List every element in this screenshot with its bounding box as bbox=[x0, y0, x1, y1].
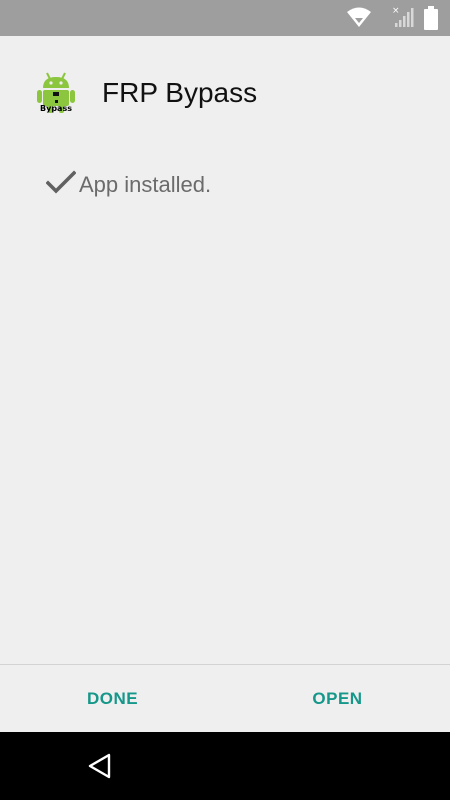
done-button[interactable]: DONE bbox=[0, 666, 225, 732]
back-icon[interactable] bbox=[86, 752, 114, 780]
install-screen: Bypass FRP Bypass App installed. DONE OP… bbox=[0, 36, 450, 732]
status-bar: × bbox=[0, 0, 450, 36]
divider bbox=[0, 664, 450, 665]
wifi-icon bbox=[346, 6, 372, 33]
install-message: App installed. bbox=[79, 172, 212, 197]
app-name: FRP Bypass bbox=[102, 77, 258, 108]
app-icon-caption: Bypass bbox=[40, 104, 72, 113]
navigation-bar bbox=[0, 732, 450, 800]
app-header: Bypass FRP Bypass bbox=[0, 36, 450, 148]
check-icon bbox=[45, 170, 77, 196]
open-button[interactable]: OPEN bbox=[225, 666, 450, 732]
android-app-icon: Bypass bbox=[36, 70, 76, 114]
battery-icon bbox=[424, 6, 438, 35]
no-signal-icon: × bbox=[392, 5, 414, 34]
svg-text:×: × bbox=[392, 6, 400, 16]
